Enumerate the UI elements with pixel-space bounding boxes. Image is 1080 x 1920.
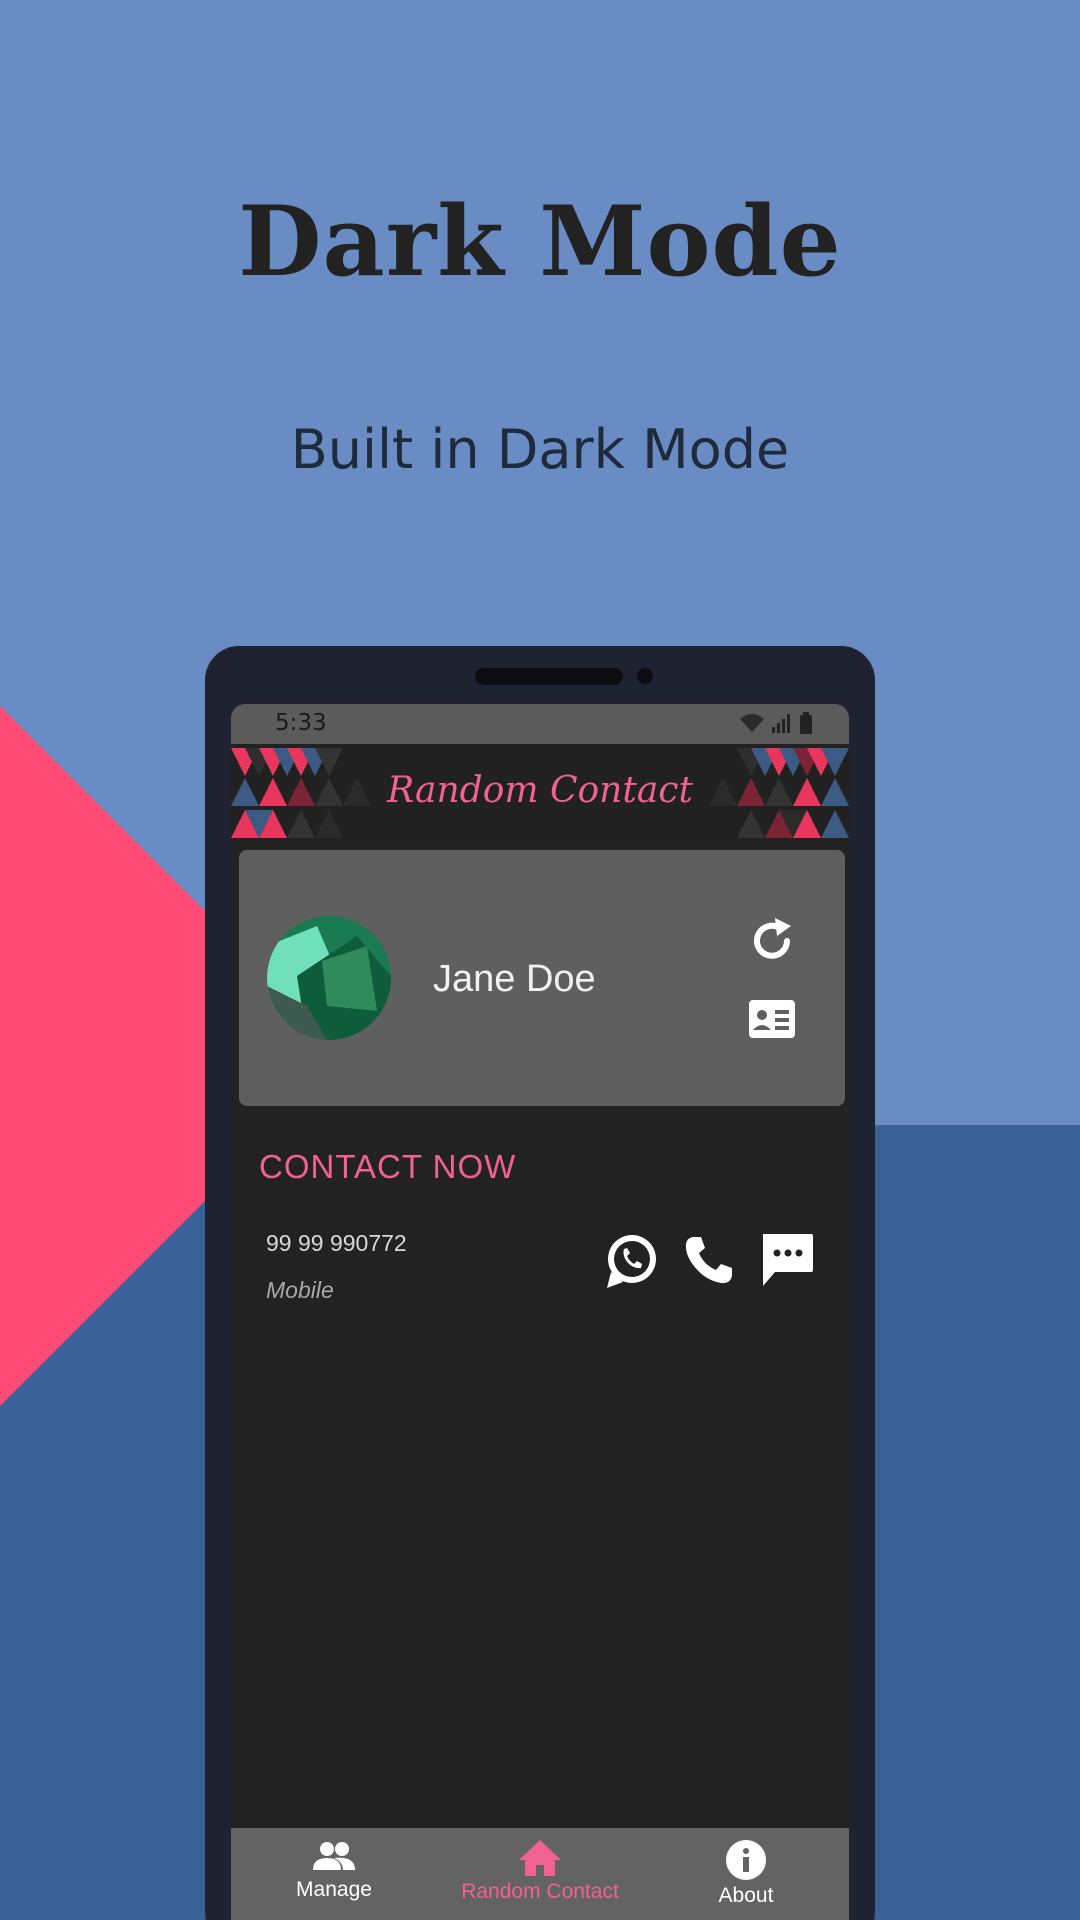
promo-subtitle: Built in Dark Mode <box>290 418 790 481</box>
bottom-navigation: Manage Random Contact About <box>231 1828 849 1920</box>
contact-name: Jane Doe <box>433 958 596 1000</box>
wifi-icon <box>740 714 764 732</box>
triangle-pattern-right <box>709 748 849 838</box>
phone-frame: 5:33 Random Contact Jane Doe CONTACT NOW… <box>205 646 875 1920</box>
message-icon[interactable] <box>759 1232 815 1288</box>
contact-avatar[interactable] <box>267 916 391 1040</box>
battery-icon <box>800 712 812 734</box>
app-screen: 5:33 Random Contact Jane Doe CONTACT NOW… <box>231 704 849 1920</box>
phone-camera <box>637 668 653 684</box>
contact-card: Jane Doe <box>239 850 845 1106</box>
avatar-image <box>267 916 391 1040</box>
refresh-icon[interactable] <box>747 916 797 966</box>
status-icons <box>739 712 813 734</box>
nav-label-manage: Manage <box>296 1878 372 1901</box>
status-bar: 5:33 <box>231 704 849 744</box>
phone-icon[interactable] <box>683 1234 735 1286</box>
home-icon <box>519 1840 561 1876</box>
phone-speaker <box>475 668 623 685</box>
promo-title: Dark Mode <box>238 185 842 298</box>
nav-item-about[interactable]: About <box>643 1840 849 1908</box>
status-time: 5:33 <box>275 710 327 736</box>
nav-label-about: About <box>718 1884 774 1907</box>
phone-type: Mobile <box>266 1277 334 1303</box>
phone-number: 99 99 990772 <box>266 1230 407 1256</box>
whatsapp-icon[interactable] <box>603 1232 661 1290</box>
nav-item-random-contact[interactable]: Random Contact <box>437 1840 643 1904</box>
contact-card-icon[interactable] <box>749 1000 795 1038</box>
people-icon <box>313 1842 355 1870</box>
info-icon <box>726 1840 766 1880</box>
signal-icon <box>772 714 790 733</box>
nav-label-random-contact: Random Contact <box>461 1880 619 1903</box>
nav-item-manage[interactable]: Manage <box>231 1840 437 1902</box>
contact-now-heading: CONTACT NOW <box>259 1148 517 1185</box>
app-bar: Random Contact <box>231 744 849 841</box>
